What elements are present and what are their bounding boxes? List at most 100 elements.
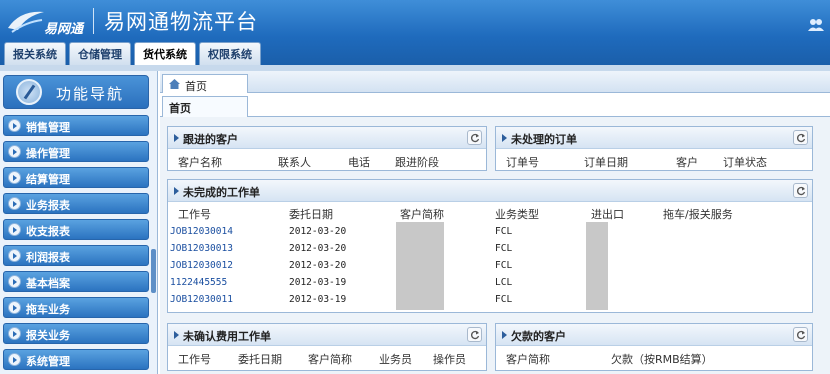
workorder-link[interactable]: 1122445555 — [170, 277, 227, 288]
column-header: 业务类型 — [495, 208, 539, 221]
sidebar-item-business-reports[interactable]: 业务报表 — [3, 193, 149, 214]
sub-tab-label: 首页 — [169, 102, 191, 115]
sidebar-item-trucking[interactable]: 拖车业务 — [3, 297, 149, 318]
workorder-link[interactable]: JOB12030013 — [170, 243, 233, 254]
chevron-right-icon — [8, 275, 21, 288]
sidebar-item-operations[interactable]: 操作管理 — [3, 141, 149, 162]
refresh-icon[interactable] — [793, 183, 808, 198]
column-header: 客户简称 — [400, 208, 444, 221]
tab-warehouse[interactable]: 仓储管理 — [69, 42, 131, 66]
sidebar-item-label: 基本档案 — [26, 277, 70, 290]
tab-home-label: 首页 — [185, 80, 207, 93]
panel-header: 未处理的订单 — [496, 127, 812, 149]
sidebar-item-label: 销售管理 — [26, 121, 70, 134]
chevron-right-icon — [8, 145, 21, 158]
column-header: 操作员 — [433, 353, 466, 366]
workorder-link[interactable]: JOB12030014 — [170, 226, 233, 237]
logo-swoosh-icon — [8, 11, 44, 33]
column-header: 客户简称 — [506, 353, 550, 366]
sidebar-item-label: 结算管理 — [26, 173, 70, 186]
workorder-link[interactable]: JOB12030012 — [170, 260, 233, 271]
column-header: 订单号 — [506, 156, 539, 169]
tab-customs[interactable]: 报关系统 — [4, 42, 66, 66]
column-header: 业务员 — [379, 353, 412, 366]
app-header: 易网通 易网通物流平台 报关系统 仓储管理 货代系统 权限系统 — [0, 0, 830, 67]
chevron-right-icon — [8, 327, 21, 340]
panel-followup-customers: 跟进的客户 客户名称 联系人 电话 跟进阶段 — [167, 126, 487, 171]
redacted-customer-block — [396, 222, 444, 310]
chevron-right-icon — [8, 119, 21, 132]
workorder-date: 2012-03-19 — [289, 277, 347, 288]
chevron-right-icon — [8, 223, 21, 236]
sidebar-item-income-reports[interactable]: 收支报表 — [3, 219, 149, 240]
workorder-date: 2012-03-20 — [289, 243, 347, 254]
sidebar-item-profit-reports[interactable]: 利润报表 — [3, 245, 149, 266]
home-icon — [169, 79, 180, 89]
sidebar-item-label: 收支报表 — [26, 225, 70, 238]
column-header: 委托日期 — [289, 208, 333, 221]
tab-home[interactable]: 首页 — [162, 74, 248, 94]
column-header: 电话 — [348, 156, 370, 169]
main-area: 首页 首页 跟进的客户 客户名称 联系人 电话 跟进阶段 未处理的订单 订单号 … — [160, 71, 830, 374]
refresh-icon[interactable] — [793, 327, 808, 342]
bullet-icon — [174, 187, 179, 195]
tab-forwarding[interactable]: 货代系统 — [134, 42, 196, 67]
chevron-right-icon — [8, 171, 21, 184]
sub-tab-bar: 首页 — [160, 93, 830, 117]
compass-icon — [16, 79, 42, 105]
column-header: 拖车/报关服务 — [663, 208, 733, 221]
column-header: 工作号 — [178, 208, 211, 221]
refresh-icon[interactable] — [793, 130, 808, 145]
sidebar-item-master-data[interactable]: 基本档案 — [3, 271, 149, 292]
users-icon[interactable] — [808, 18, 824, 35]
panel-header: 未确认费用工作单 — [168, 324, 486, 346]
sidebar-item-label: 业务报表 — [26, 199, 70, 212]
sidebar-item-system[interactable]: 系统管理 — [3, 349, 149, 370]
workorder-date: 2012-03-19 — [289, 294, 347, 305]
sidebar-item-customs[interactable]: 报关业务 — [3, 323, 149, 344]
workorder-date: 2012-03-20 — [289, 260, 347, 271]
column-header: 进出口 — [591, 208, 624, 221]
module-tabs: 报关系统 仓储管理 货代系统 权限系统 — [4, 42, 261, 67]
column-header: 客户 — [676, 156, 698, 169]
bullet-icon — [174, 331, 179, 339]
sidebar-item-label: 操作管理 — [26, 147, 70, 160]
workorder-type: LCL — [495, 277, 513, 288]
workorder-type: FCL — [495, 260, 513, 271]
panel-customers-with-debt: 欠款的客户 客户简称 欠款（按RMB结算） — [495, 323, 813, 371]
sidebar-item-sales[interactable]: 销售管理 — [3, 115, 149, 136]
chevron-right-icon — [8, 197, 21, 210]
sidebar-item-label: 报关业务 — [26, 329, 70, 342]
sub-tab-home[interactable]: 首页 — [162, 96, 248, 117]
redacted-import-export-block — [586, 222, 608, 310]
chevron-right-icon — [8, 353, 21, 366]
workorder-type: FCL — [495, 226, 513, 237]
app-title: 易网通物流平台 — [104, 10, 258, 34]
column-header: 委托日期 — [238, 353, 282, 366]
chevron-right-icon — [8, 301, 21, 314]
column-header: 订单日期 — [584, 156, 628, 169]
workorder-link[interactable]: JOB12030011 — [170, 294, 233, 305]
panel-title: 未完成的工作单 — [183, 186, 260, 199]
column-header: 联系人 — [278, 156, 311, 169]
sidebar-header: 功能导航 — [3, 75, 149, 109]
refresh-icon[interactable] — [467, 130, 482, 145]
panel-title: 欠款的客户 — [511, 330, 566, 343]
sidebar-title: 功能导航 — [56, 85, 125, 103]
panel-unconfirmed-fees: 未确认费用工作单 工作号 委托日期 客户简称 业务员 操作员 — [167, 323, 487, 371]
panel-title: 未确认费用工作单 — [183, 330, 271, 343]
sidebar-scroll-handle[interactable] — [151, 249, 156, 293]
sidebar-item-label: 利润报表 — [26, 251, 70, 264]
column-header: 跟进阶段 — [395, 156, 439, 169]
sidebar: 功能导航 销售管理 操作管理 结算管理 业务报表 收支报表 利润报表 基本档案 … — [0, 71, 158, 374]
logo-text: 易网通 — [44, 22, 84, 37]
sidebar-item-settlement[interactable]: 结算管理 — [3, 167, 149, 188]
workorder-type: FCL — [495, 294, 513, 305]
bullet-icon — [502, 134, 507, 142]
page-tab-bar: 首页 — [160, 71, 830, 94]
panel-header: 未完成的工作单 — [168, 180, 812, 202]
header-divider — [93, 8, 94, 34]
panel-unprocessed-orders: 未处理的订单 订单号 订单日期 客户 订单状态 — [495, 126, 813, 171]
refresh-icon[interactable] — [467, 327, 482, 342]
tab-permissions[interactable]: 权限系统 — [199, 42, 261, 66]
